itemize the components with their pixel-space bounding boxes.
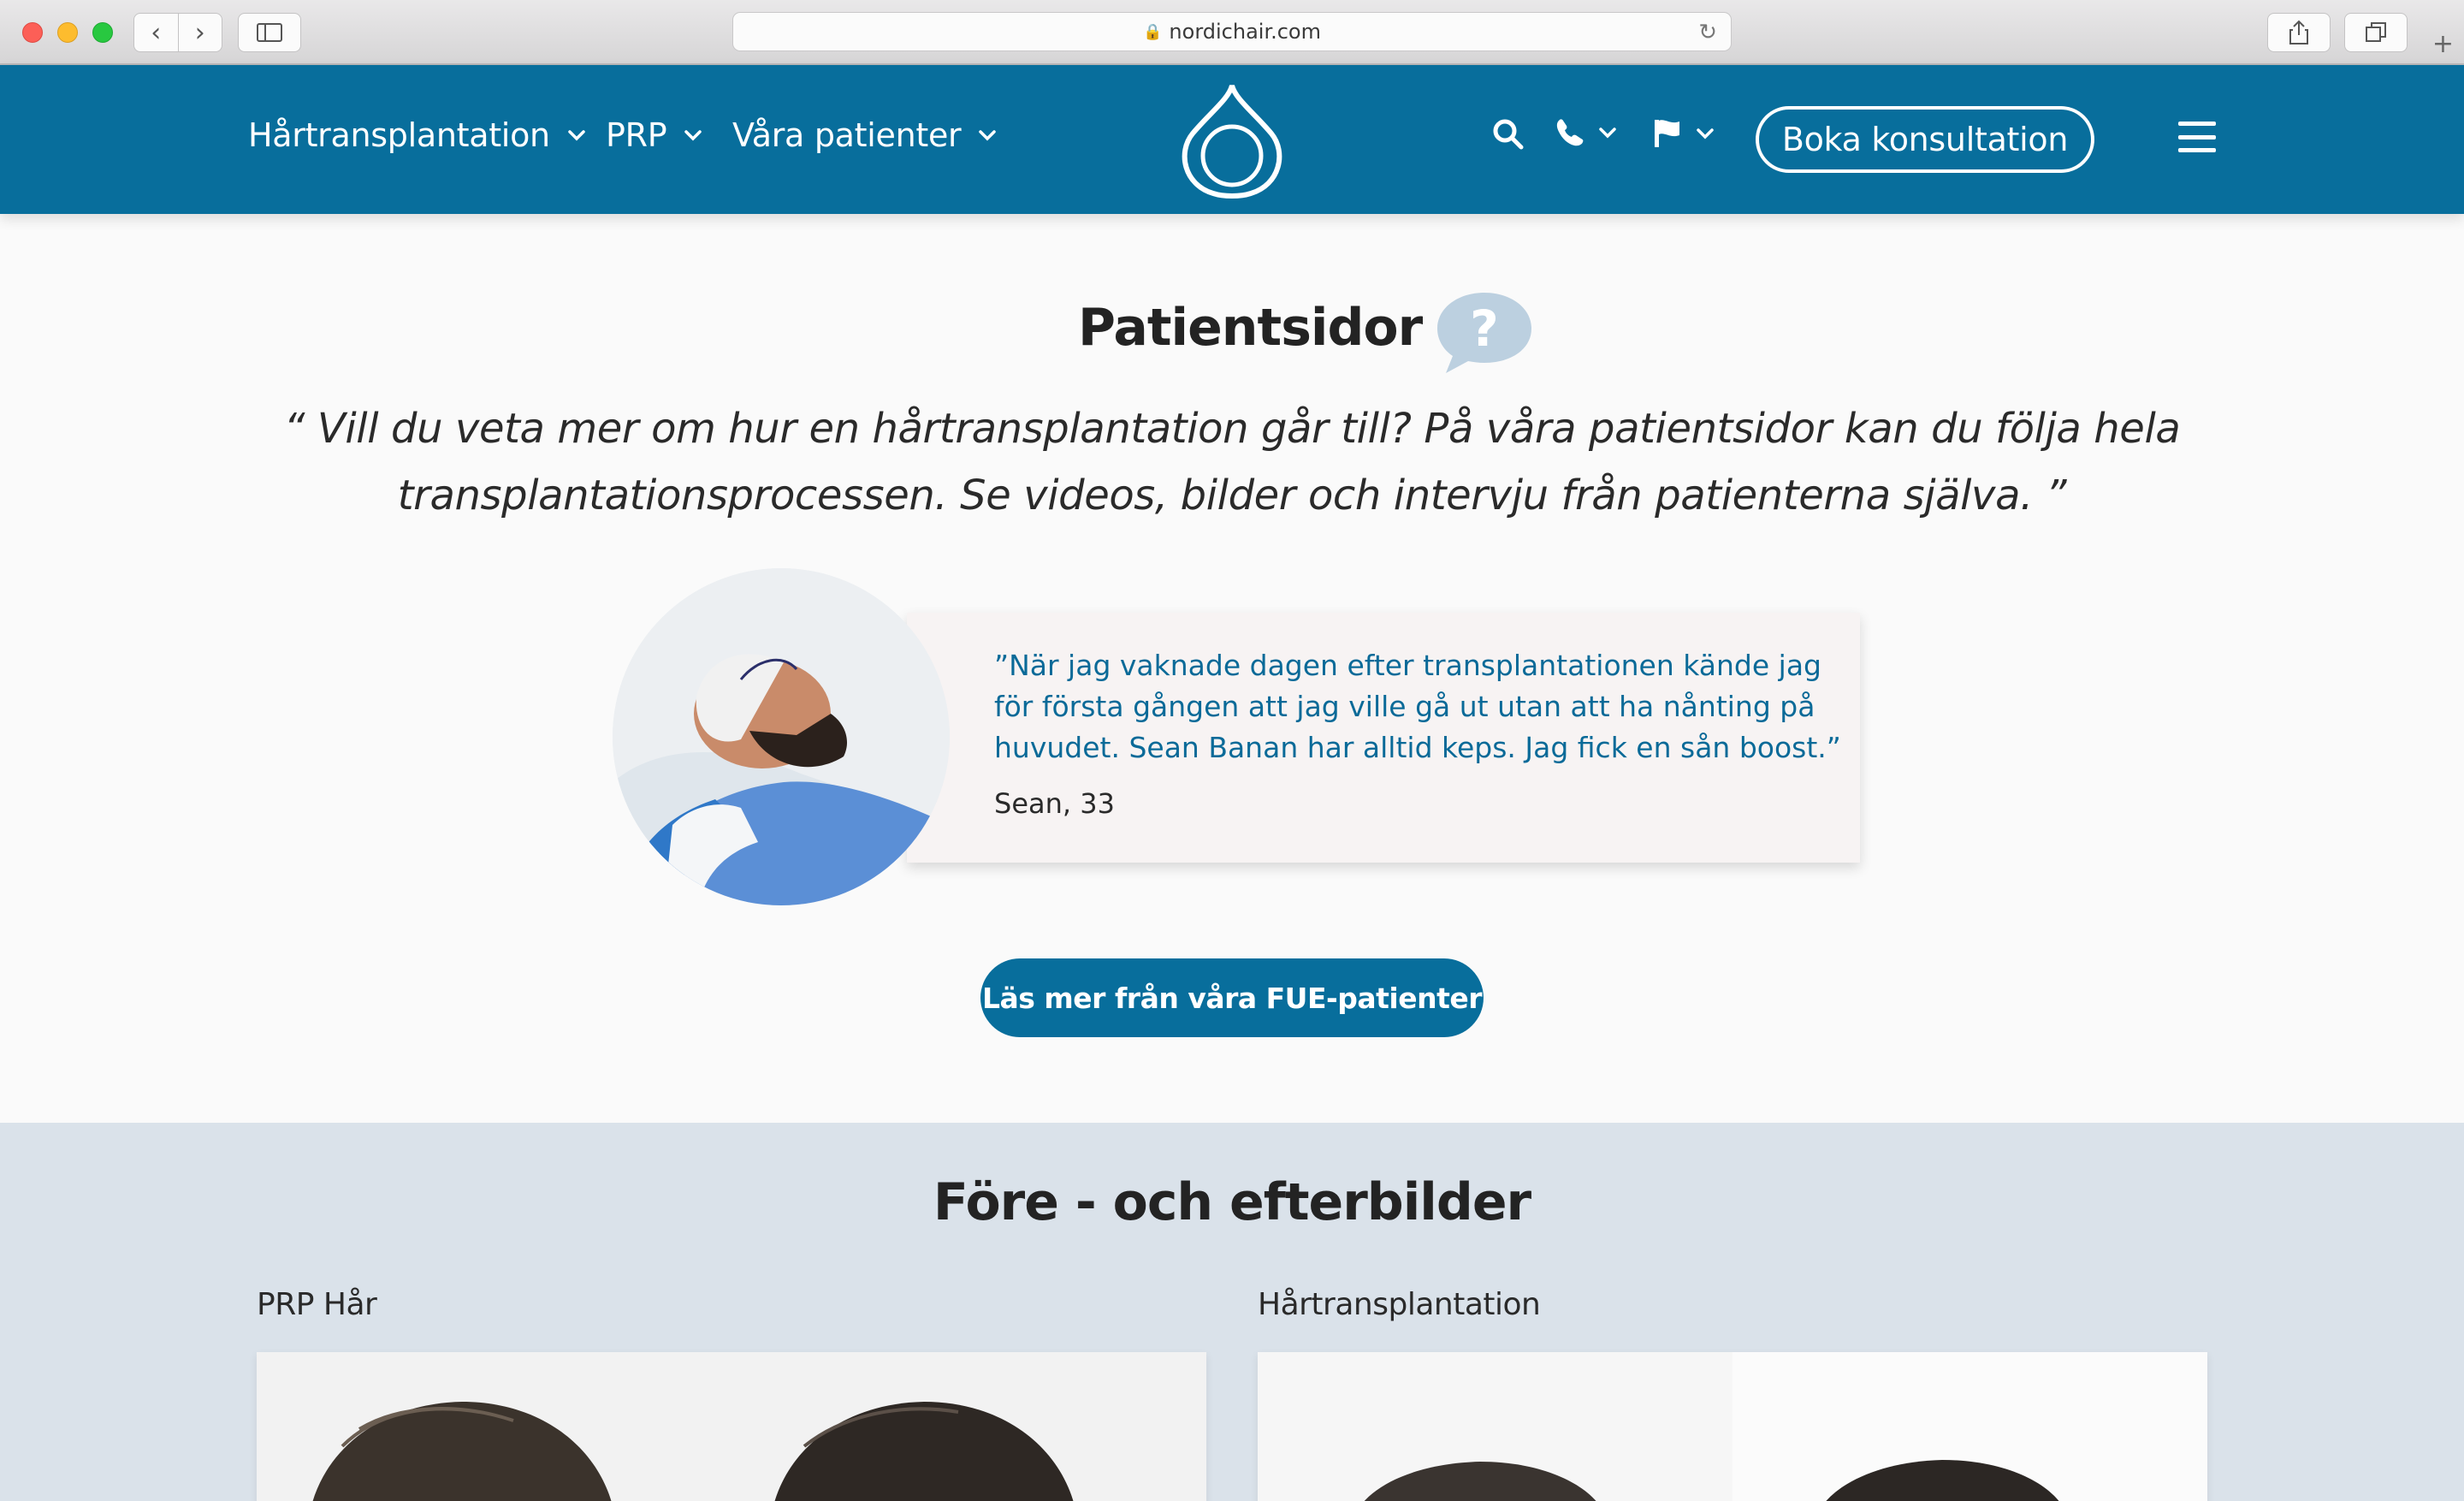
url-text: nordichair.com <box>1169 20 1321 44</box>
page-title: Patientsidor <box>1078 298 1423 358</box>
testimonial-text: ”När jag vaknade dagen efter transplanta… <box>994 649 1841 764</box>
section-title-row: Patientsidor ? <box>0 289 2464 375</box>
share-button[interactable] <box>2267 13 2331 52</box>
nav-item-hartransplantation[interactable]: Hårtransplantation <box>248 116 588 154</box>
read-more-fue-button[interactable]: Läs mer från våra FUE-patienter <box>980 958 1484 1037</box>
before-after-title: Före - och efterbilder <box>933 1172 1531 1232</box>
back-button[interactable]: ‹ <box>134 14 179 51</box>
window-controls <box>22 22 113 43</box>
minimize-window-button[interactable] <box>57 22 78 43</box>
book-consultation-button[interactable]: Boka konsultation <box>1756 106 2094 173</box>
prp-before-after-image[interactable] <box>257 1352 1206 1501</box>
phone-menu-button[interactable] <box>1555 118 1619 147</box>
nordichair-logo[interactable] <box>1179 82 1285 199</box>
intro-quote: “ Vill du veta mer om hur en hårtranspla… <box>283 405 2181 519</box>
new-tab-icon[interactable]: + <box>2432 29 2454 59</box>
testimonial-author: Sean, 33 <box>994 787 1115 820</box>
close-window-button[interactable] <box>22 22 43 43</box>
flag-icon <box>1655 120 1679 147</box>
language-menu-button[interactable] <box>1653 118 1716 149</box>
search-button[interactable] <box>1492 118 1525 151</box>
search-icon <box>1493 119 1524 150</box>
share-icon <box>2289 20 2308 44</box>
chevron-down-icon <box>1599 128 1616 139</box>
chevron-down-icon <box>979 130 997 141</box>
prp-label: PRP Hår <box>257 1287 377 1322</box>
site-header: Hårtransplantation PRP Våra patienter Bo… <box>0 65 2464 214</box>
svg-text:?: ? <box>1470 300 1499 358</box>
address-bar[interactable]: 🔒 nordichair.com ↻ <box>732 12 1732 51</box>
patient-photo <box>613 568 950 905</box>
chevron-left-icon: ‹ <box>151 17 162 48</box>
chevron-down-icon <box>684 130 702 141</box>
hamburger-menu-icon[interactable] <box>2178 122 2216 152</box>
chevron-down-icon <box>1697 128 1714 139</box>
hair-transplant-label: Hårtransplantation <box>1258 1287 1541 1322</box>
nav-item-vara-patienter[interactable]: Våra patienter <box>732 116 998 154</box>
lock-icon: 🔒 <box>1143 22 1163 41</box>
question-bubble-icon: ? <box>1437 293 1531 373</box>
nav-item-prp[interactable]: PRP <box>606 116 704 154</box>
nav-item-label: Hårtransplantation <box>248 116 550 154</box>
phone-icon <box>1556 119 1584 146</box>
sidebar-icon <box>257 23 282 42</box>
history-nav: ‹ › <box>133 13 222 52</box>
chevron-right-icon: › <box>194 17 205 48</box>
nav-item-label: PRP <box>606 116 667 154</box>
hair-transplant-before-after-image[interactable] <box>1258 1352 2207 1501</box>
testimonial-card: ”När jag vaknade dagen efter transplanta… <box>907 613 1860 863</box>
nav-item-label: Våra patienter <box>732 116 962 154</box>
tabs-icon <box>2366 22 2386 42</box>
before-after-section: Före - och efterbilder PRP Hår Hårtransp… <box>0 1123 2464 1501</box>
tabs-overview-button[interactable] <box>2344 13 2408 52</box>
browser-toolbar: ‹ › 🔒 nordichair.com ↻ + <box>0 0 2464 65</box>
forward-button[interactable]: › <box>179 14 222 51</box>
chevron-down-icon <box>568 130 585 141</box>
sidebar-toggle-button[interactable] <box>238 13 301 52</box>
zoom-window-button[interactable] <box>92 22 113 43</box>
reload-icon[interactable]: ↻ <box>1698 20 1717 45</box>
